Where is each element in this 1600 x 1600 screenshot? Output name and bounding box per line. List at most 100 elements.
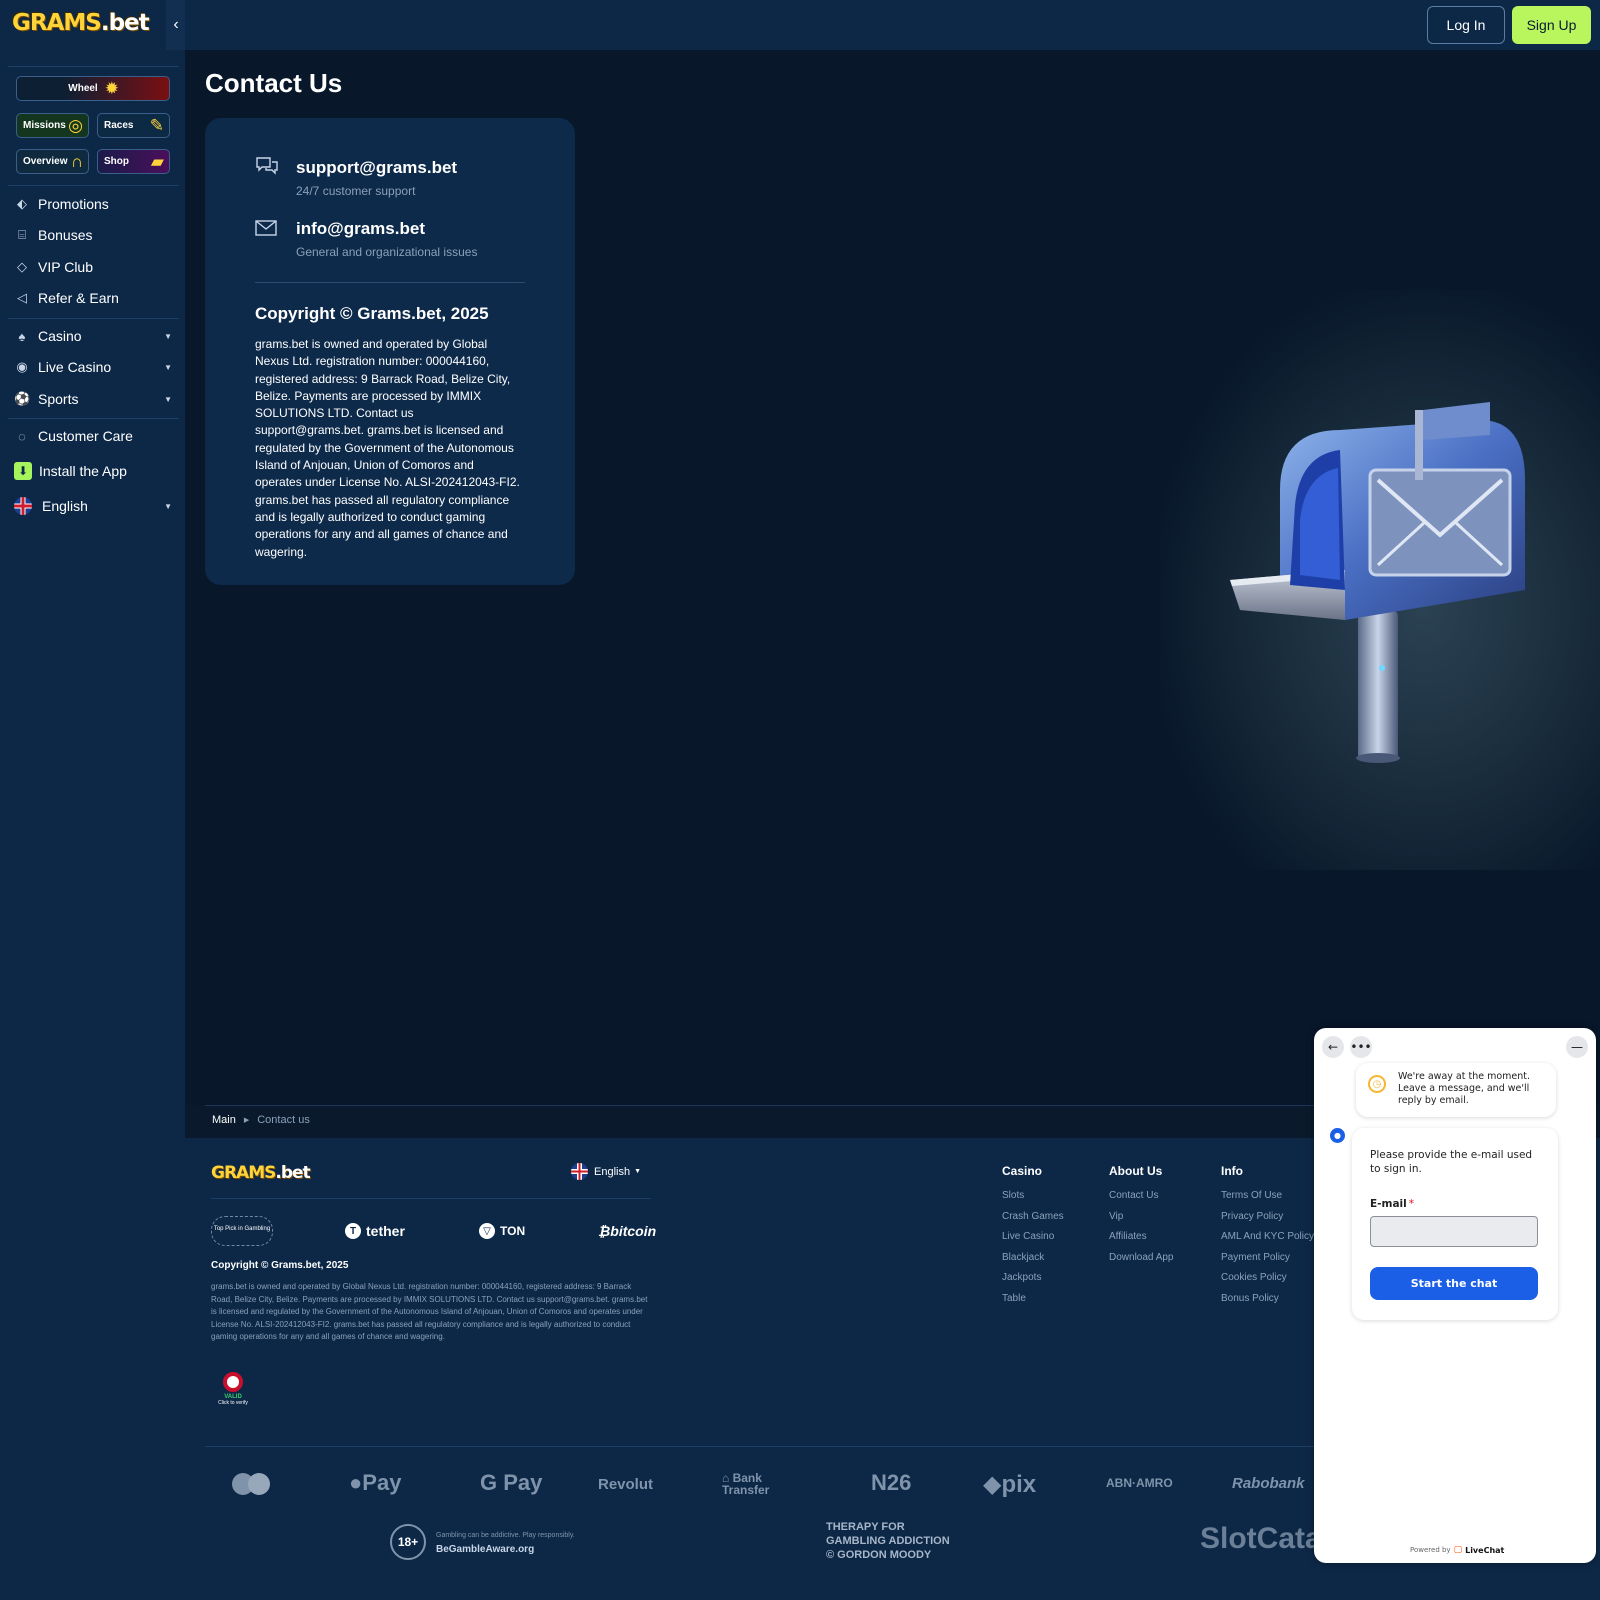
divider (211, 1198, 651, 1199)
footer-legal-text: grams.bet is owned and operated by Globa… (211, 1282, 648, 1342)
support-email[interactable]: support@grams.bet (296, 158, 457, 178)
footer-link[interactable]: Blackjack (1002, 1252, 1044, 1263)
download-icon: ⬇ (14, 462, 32, 480)
sidebar-item-sports[interactable]: ⚽ Sports ▼ (14, 387, 172, 411)
n26-logo: N26 (871, 1470, 912, 1495)
powered-by-livechat[interactable]: Powered by ▢ LiveChat (1410, 1545, 1504, 1555)
sidebar-item-promotions[interactable]: ⬖ Promotions (14, 192, 172, 216)
info-email-desc: General and organizational issues (296, 245, 478, 259)
divider (205, 1446, 1315, 1447)
megaphone-icon: ◁ (17, 290, 27, 305)
back-button[interactable]: ← (1322, 1036, 1344, 1058)
begambleaware-link[interactable]: BeGambleAware.org (436, 1544, 534, 1555)
footer-link[interactable]: Table (1002, 1293, 1026, 1304)
top-header (185, 0, 1600, 50)
email-label: E-mail * (1370, 1198, 1415, 1210)
minimize-button[interactable]: — (1566, 1036, 1588, 1058)
google-pay-logo: G Pay (480, 1470, 543, 1495)
sidebar-item-label: Casino (38, 328, 82, 344)
livechat-icon: ▢ (1453, 1545, 1463, 1555)
breadcrumb-current: Contact us (257, 1114, 310, 1126)
contact-card: support@grams.bet 24/7 customer support … (205, 118, 575, 585)
footer-link[interactable]: Crash Games (1002, 1211, 1064, 1222)
ellipsis-icon: ••• (1350, 1040, 1372, 1054)
uk-flag-icon (571, 1163, 588, 1180)
footer-link[interactable]: Payment Policy (1221, 1252, 1290, 1263)
signup-button[interactable]: Sign Up (1512, 6, 1591, 44)
footer-link[interactable]: AML And KYC Policy (1221, 1231, 1314, 1242)
sidebar-item-customer-care[interactable]: ◌ Customer Care (14, 424, 172, 448)
grams-logo[interactable]: GRAMS.bet (12, 10, 150, 42)
missions-pill[interactable]: Missions ◎ (16, 113, 89, 138)
login-button[interactable]: Log In (1427, 6, 1505, 44)
envelope-icon (255, 220, 277, 241)
pix-logo: ◆pix (983, 1471, 1037, 1498)
footer-link[interactable]: Terms Of Use (1221, 1190, 1282, 1201)
email-field[interactable] (1370, 1216, 1538, 1247)
info-email[interactable]: info@grams.bet (296, 219, 425, 239)
divider (8, 66, 179, 67)
races-pill[interactable]: Races ✎ (97, 113, 170, 138)
footer-logo[interactable]: GRAMS.bet (211, 1163, 311, 1183)
wheel-icon: ✹ (104, 79, 119, 98)
breadcrumb-main-link[interactable]: Main (212, 1114, 236, 1126)
uk-flag-icon (14, 497, 32, 515)
livechat-label: LiveChat (1465, 1545, 1505, 1555)
footer-link[interactable]: Download App (1109, 1252, 1174, 1263)
magnet-icon: ∩ (70, 152, 83, 171)
livechat-widget: ← ••• — ◷ We're away at the moment. Leav… (1314, 1028, 1596, 1563)
footer-language-selector[interactable]: English ▼ (571, 1163, 641, 1180)
bank-transfer-logo: ⌂ Bank Transfer (722, 1471, 770, 1497)
sidebar-item-label: Refer & Earn (38, 290, 119, 306)
caret-down-icon: ▼ (634, 1168, 642, 1175)
sidebar-item-bonuses[interactable]: ⌸ Bonuses (14, 223, 172, 247)
age-restriction-badge: 18+ (390, 1524, 426, 1560)
footer-link[interactable]: Affiliates (1109, 1231, 1147, 1242)
footer-link[interactable]: Vip (1109, 1211, 1123, 1222)
away-text: We're away at the moment. Leave a messag… (1398, 1071, 1531, 1106)
sidebar-item-vip-club[interactable]: ◇ VIP Club (14, 255, 172, 279)
sidebar-item-casino[interactable]: ♠ Casino ▼ (14, 324, 172, 348)
language-label: English (42, 498, 88, 514)
chevron-right-icon: ▶ (243, 1117, 250, 1124)
tag-icon: ⬖ (17, 196, 27, 211)
responsible-gambling-text: Gambling can be addictive. Play responsi… (436, 1532, 575, 1539)
license-validation-badge[interactable]: VALID Click to verify (216, 1372, 250, 1418)
footer-link[interactable]: Jackpots (1002, 1272, 1041, 1283)
footer-link[interactable]: Contact Us (1109, 1190, 1158, 1201)
overview-pill[interactable]: Overview ∩ (16, 149, 89, 174)
sidebar-item-live-casino[interactable]: ◉ Live Casino ▼ (14, 355, 172, 379)
sidebar-item-label: Live Casino (38, 359, 112, 375)
footer-link[interactable]: Slots (1002, 1190, 1024, 1201)
divider (205, 1105, 1315, 1106)
chat-bubbles-icon (255, 156, 279, 181)
caret-down-icon: ▼ (164, 362, 172, 372)
collapse-sidebar-button[interactable]: ‹ (166, 0, 186, 50)
footer-link[interactable]: Live Casino (1002, 1231, 1054, 1242)
sidebar-item-install-app[interactable]: ⬇ Install the App (14, 459, 172, 483)
tether-logo: Ttether (345, 1223, 405, 1239)
target-icon: ◎ (68, 116, 83, 135)
footer-link[interactable]: Cookies Policy (1221, 1272, 1287, 1283)
language-selector[interactable]: English ▼ (14, 494, 172, 518)
sidebar-item-label: Install the App (39, 463, 127, 479)
chevron-left-icon: ‹ (173, 16, 179, 33)
sidebar-item-label: Bonuses (38, 227, 93, 243)
live-casino-icon: ◉ (16, 359, 28, 374)
footer-col-about-title: About Us (1109, 1164, 1163, 1178)
sidebar-item-refer-earn[interactable]: ◁ Refer & Earn (14, 286, 172, 310)
divider (8, 418, 179, 419)
slotcatalog-logo[interactable]: SlotCata (1200, 1522, 1322, 1556)
footer-link[interactable]: Privacy Policy (1221, 1211, 1283, 1222)
footer-col-info-title: Info (1221, 1164, 1243, 1178)
gordon-moody-logo[interactable]: THERAPY FOR GAMBLING ADDICTION © GORDON … (826, 1520, 951, 1562)
sidebar-item-label: Promotions (38, 196, 109, 212)
soccer-ball-icon: ⚽ (14, 391, 31, 406)
start-chat-button[interactable]: Start the chat (1370, 1267, 1538, 1300)
footer-link[interactable]: Bonus Policy (1221, 1293, 1279, 1304)
more-options-button[interactable]: ••• (1350, 1036, 1372, 1058)
verify-label: Click to verify (218, 1400, 248, 1406)
shop-label: Shop (104, 156, 129, 167)
shop-pill[interactable]: Shop ▰ (97, 149, 170, 174)
wheel-pill[interactable]: Wheel ✹ (16, 76, 170, 101)
